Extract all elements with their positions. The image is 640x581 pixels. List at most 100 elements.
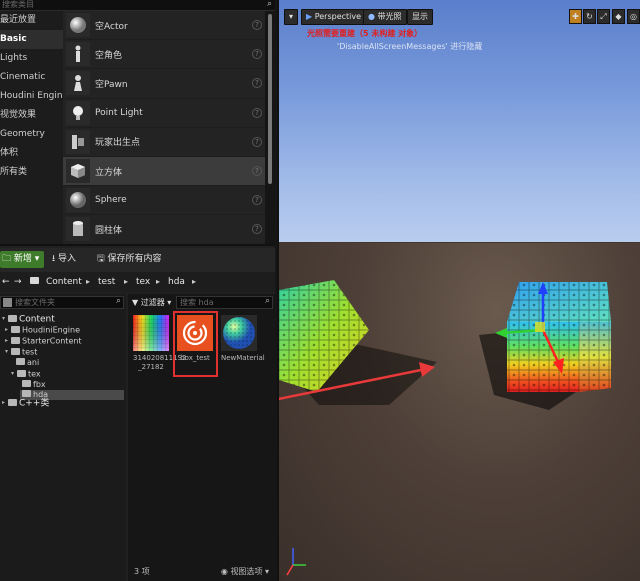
category-cinematic[interactable]: Cinematic [0, 68, 63, 87]
place-actors-search[interactable]: 搜索类目 ⌕ [0, 0, 275, 11]
actor-list: 空Actor ? 空角色 ? 空Pawn ? Point Light ? 玩家出… [63, 11, 265, 245]
tree-node-houdini-engine[interactable]: ▸ HoudiniEngine [5, 325, 80, 335]
folder-icon [30, 275, 41, 289]
actor-item-sphere[interactable]: Sphere ? [63, 186, 265, 216]
help-icon[interactable]: ? [252, 224, 262, 235]
actor-item-empty-actor[interactable]: 空Actor ? [63, 11, 265, 41]
help-icon[interactable]: ? [252, 107, 262, 118]
actor-label: Sphere [95, 195, 127, 206]
actor-label: 空角色 [95, 50, 123, 61]
perspective-button[interactable]: ▶ Perspective [301, 9, 367, 25]
category-all-classes[interactable]: 所有类 [0, 163, 63, 182]
rotate-tool-icon[interactable]: ↻ [583, 9, 596, 24]
axis-indicator-icon [286, 548, 306, 576]
category-geometry[interactable]: Geometry [0, 125, 63, 144]
chevron-down-icon: ▾ [167, 298, 172, 307]
import-button[interactable]: ⭳ 导入 [52, 252, 76, 267]
chevron-down-icon: ▾ [34, 254, 40, 264]
add-new-button[interactable]: 🗀 新增 ▾ [0, 251, 45, 268]
breadcrumb-separator-icon[interactable]: ▸ [192, 275, 196, 289]
view-options-button[interactable]: ◉ 视图选项 ▾ [221, 566, 269, 577]
help-icon[interactable]: ? [252, 165, 262, 176]
pawn-icon [66, 71, 90, 96]
viewport-options-button[interactable]: ▾ [284, 9, 298, 25]
lit-sphere-icon: ● [368, 12, 375, 21]
help-icon[interactable]: ? [252, 136, 262, 147]
scrollbar-thumb[interactable] [268, 14, 272, 184]
forward-arrow-icon[interactable]: → [14, 275, 22, 289]
category-volumes[interactable]: 体积 [0, 144, 63, 163]
search-icon[interactable]: ⌕ [116, 296, 121, 306]
translate-tool-icon[interactable]: ✚ [569, 9, 582, 24]
folder-search-input[interactable]: 搜索文件夹 ⌕ [0, 296, 124, 309]
tree-node-ani[interactable]: ani [16, 358, 39, 368]
path-bar: ← → Content ▸ test ▸ tex ▸ hda ▸ [0, 272, 275, 292]
help-icon[interactable]: ? [252, 49, 262, 60]
right-cube[interactable] [507, 282, 611, 392]
actor-label: Point Light [95, 107, 143, 118]
actor-item-player-start[interactable]: 玩家出生点 ? [63, 128, 265, 157]
tree-node-tex[interactable]: ▾ tex [11, 369, 41, 379]
light-bulb-icon [66, 100, 90, 125]
content-browser-toolbar: 🗀 新增 ▾ ⭳ 导入 🖫 保存所有内容 [0, 248, 275, 272]
filters-label: 过滤器 [140, 298, 165, 307]
search-icon[interactable]: ⌕ [265, 296, 270, 306]
filters-button[interactable]: ▼ 过滤器 ▾ [132, 296, 171, 309]
actor-item-point-light[interactable]: Point Light ? [63, 99, 265, 128]
material-sphere-thumbnail [221, 315, 257, 351]
search-icon[interactable]: ⌕ [267, 0, 272, 9]
tree-node-starter-content[interactable]: ▸ StarterContent [5, 336, 82, 346]
asset-search-placeholder: 搜索 hda [180, 298, 214, 307]
breadcrumb-test[interactable]: test [98, 275, 115, 289]
surface-snapping-icon[interactable]: ◆ [612, 9, 625, 24]
breadcrumb-hda[interactable]: hda [168, 275, 185, 289]
category-recent[interactable]: 最近放置 [0, 11, 63, 30]
folder-tree-icon [3, 298, 12, 307]
level-viewport[interactable]: ▾ ▶ Perspective ● 带光照 显示 ✚ ↻ ⤢ ◆ ◎ 光照需要重… [277, 0, 640, 581]
actor-label: 圆柱体 [95, 225, 123, 236]
back-arrow-icon[interactable]: ← [2, 275, 10, 289]
actor-item-empty-character[interactable]: 空角色 ? [63, 40, 265, 70]
actor-item-empty-pawn[interactable]: 空Pawn ? [63, 69, 265, 99]
actor-item-cylinder[interactable]: 圆柱体 ? [63, 215, 265, 245]
tree-node-content[interactable]: ▾ Content [2, 314, 55, 325]
breadcrumb-separator-icon[interactable]: ▸ [156, 275, 160, 289]
category-houdini-engine[interactable]: Houdini Engine [0, 87, 68, 106]
world-local-icon[interactable]: ◎ [627, 9, 640, 24]
item-count: 3 项 [134, 567, 150, 576]
help-icon[interactable]: ? [252, 78, 262, 89]
sphere-icon [66, 13, 90, 38]
tree-node-fbx[interactable]: fbx [22, 380, 46, 390]
save-all-button[interactable]: 🖫 保存所有内容 [97, 252, 162, 267]
scale-tool-icon[interactable]: ⤢ [597, 9, 610, 24]
category-visual-effects[interactable]: 视觉效果 [0, 106, 63, 125]
chevron-down-icon: ▾ [264, 567, 269, 576]
folder-search-placeholder: 搜索文件夹 [15, 298, 55, 307]
category-list: 最近放置 Basic Lights Cinematic Houdini Engi… [0, 11, 68, 244]
asset-search-input[interactable]: 搜索 hda ⌕ [176, 296, 273, 309]
save-icon: 🖫 [97, 254, 105, 264]
place-actors-search-placeholder: 搜索类目 [2, 0, 34, 9]
category-lights[interactable]: Lights [0, 49, 63, 68]
asset-name: NewMaterial [221, 354, 265, 362]
help-icon[interactable]: ? [252, 195, 262, 206]
tree-node-cpp-classes[interactable]: ▸ C++类 [2, 398, 49, 409]
asset-name-line2: _27182 [138, 363, 164, 371]
breadcrumb-separator-icon[interactable]: ▸ [124, 275, 128, 289]
actor-label: 空Pawn [95, 79, 128, 90]
asset-name: 3140208111S2 [133, 354, 187, 362]
asset-tile-new-material[interactable]: NewMaterial [221, 315, 265, 363]
show-button[interactable]: 显示 [407, 9, 433, 25]
actor-list-scrollbar[interactable] [265, 11, 275, 244]
tree-node-test[interactable]: ▾ test [5, 347, 37, 357]
asset-tile-texture[interactable]: 3140208111S2 _27182 [133, 315, 187, 372]
help-icon[interactable]: ? [252, 20, 262, 30]
save-all-label: 保存所有内容 [107, 254, 162, 264]
category-basic[interactable]: Basic [0, 30, 63, 49]
actor-item-cube[interactable]: 立方体 ? [63, 156, 265, 187]
breadcrumb-content[interactable]: Content [46, 275, 82, 289]
import-label: 导入 [58, 254, 77, 264]
breadcrumb-separator-icon[interactable]: ▸ [86, 275, 90, 289]
breadcrumb-tex[interactable]: tex [136, 275, 150, 289]
lit-mode-button[interactable]: ● 带光照 [363, 9, 407, 25]
